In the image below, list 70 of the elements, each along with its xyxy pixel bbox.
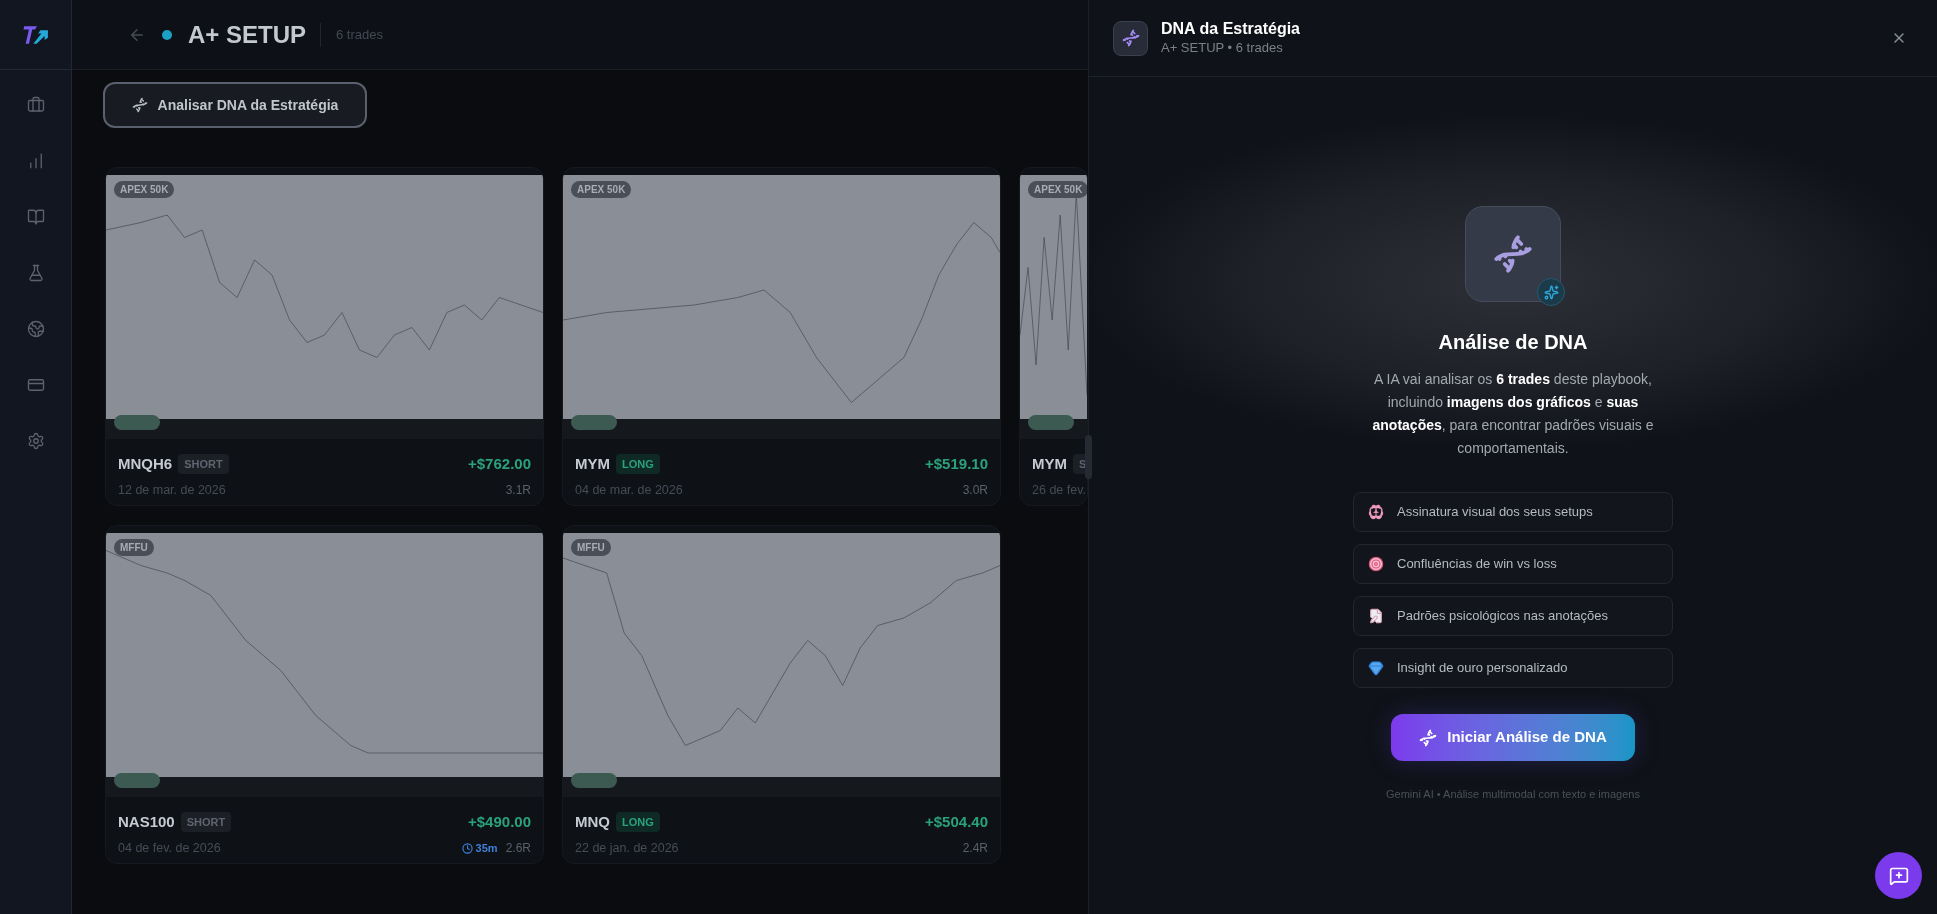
brain-icon [1368,504,1384,520]
trade-card[interactable]: APEX 50K MNQH6 SHORT +$762.00 12 de mar. de 2026 3.1R [105,167,544,506]
account-badge: MFFU [114,539,154,556]
message-plus-icon [1888,865,1909,886]
result-badge [571,415,617,430]
memo-icon [1368,608,1384,624]
resize-handle[interactable] [1085,435,1092,479]
book-icon[interactable] [26,208,45,226]
trade-pnl: +$504.40 [925,811,988,832]
globe-icon[interactable] [26,320,45,338]
trade-date: 12 de mar. de 2026 [118,482,226,499]
trade-symbol: MNQH6 [118,453,173,474]
account-badge: APEX 50K [1028,181,1087,198]
direction-tag: SHORT [180,811,232,833]
result-badge [114,773,160,788]
analyze-dna-button[interactable]: Analisar DNA da Estratégia [103,82,367,128]
trade-symbol: MYM [575,453,610,474]
panel-title: DNA da Estratégia [1161,19,1300,39]
direction-tag: LONG [616,811,660,833]
dna-icon [1493,234,1533,274]
trade-symbol: NAS100 [118,811,175,832]
flask-icon[interactable] [26,264,45,282]
footnote: Gemini AI • Análise multimodal com texto e imagens [1386,787,1640,802]
briefcase-icon[interactable] [26,96,45,114]
trade-date: 22 de jan. de 2026 [575,840,679,857]
r-multiple: 2.4R [962,840,988,858]
r-multiple: 2.6R [505,840,531,858]
analysis-description: A IA vai analisar os 6 trades deste playbook, incluindo imagens dos gráficos e suas anotações, para encontrar padrões visuais e comportamentais. [1371,370,1655,458]
dna-icon [131,97,148,113]
dna-icon [1121,29,1140,47]
start-analysis-button[interactable]: Iniciar Análise de DNA [1391,714,1635,761]
trade-date: 26 de fev. [1032,482,1086,499]
result-badge [114,415,160,430]
feature-text: Padrões psicológicos nas anotações [1397,607,1609,626]
r-multiple: 3.1R [505,482,531,500]
playbook-title: A+ SETUP [188,19,307,50]
account-badge: APEX 50K [114,181,175,198]
direction-tag: LONG [616,453,660,475]
feature-text: Confluências de win vs loss [1397,555,1557,574]
r-multiple: 3.0R [962,482,988,500]
result-badge [571,773,617,788]
account-badge: APEX 50K [571,181,632,198]
chat-button[interactable] [1875,852,1922,899]
trade-card[interactable]: APEX 50K MYM LONG +$519.10 04 de mar. de 2026 3.0R [562,167,1001,506]
trade-date: 04 de mar. de 2026 [575,482,683,499]
sparkle-badge-icon [1537,278,1565,306]
settings-icon[interactable] [26,432,45,450]
feature-text: Assinatura visual dos seus setups [1397,503,1593,522]
trade-pnl: +$519.10 [925,453,988,474]
trade-card[interactable]: MFFU MNQ LONG +$504.40 22 de jan. de 2026 2.4R [562,525,1001,864]
panel-subtitle: A+ SETUP • 6 trades [1161,39,1284,57]
feature-text: Insight de ouro personalizado [1397,659,1568,678]
logo-icon[interactable] [22,23,49,46]
trade-count: 6 trades [336,25,383,44]
trade-pnl: +$490.00 [468,811,531,832]
result-badge [1028,415,1074,430]
gem-icon [1368,660,1384,676]
dna-icon [1419,728,1438,747]
account-badge: MFFU [571,539,611,556]
direction-tag: SHORT [178,453,229,475]
clock-icon [461,842,473,854]
trade-pnl: +$762.00 [468,453,531,474]
trade-symbol: MYM [1032,453,1067,474]
trade-duration: 35m [475,841,498,857]
trade-card[interactable]: MFFU NAS100 SHORT +$490.00 04 de fev. de 2026 35m 2.6R [105,525,544,864]
analysis-heading: Análise de DNA [1438,330,1588,355]
trade-symbol: MNQ [575,811,610,832]
credit-card-icon[interactable] [26,376,45,394]
target-icon [1368,556,1384,572]
trade-date: 04 de fev. de 2026 [118,840,221,857]
